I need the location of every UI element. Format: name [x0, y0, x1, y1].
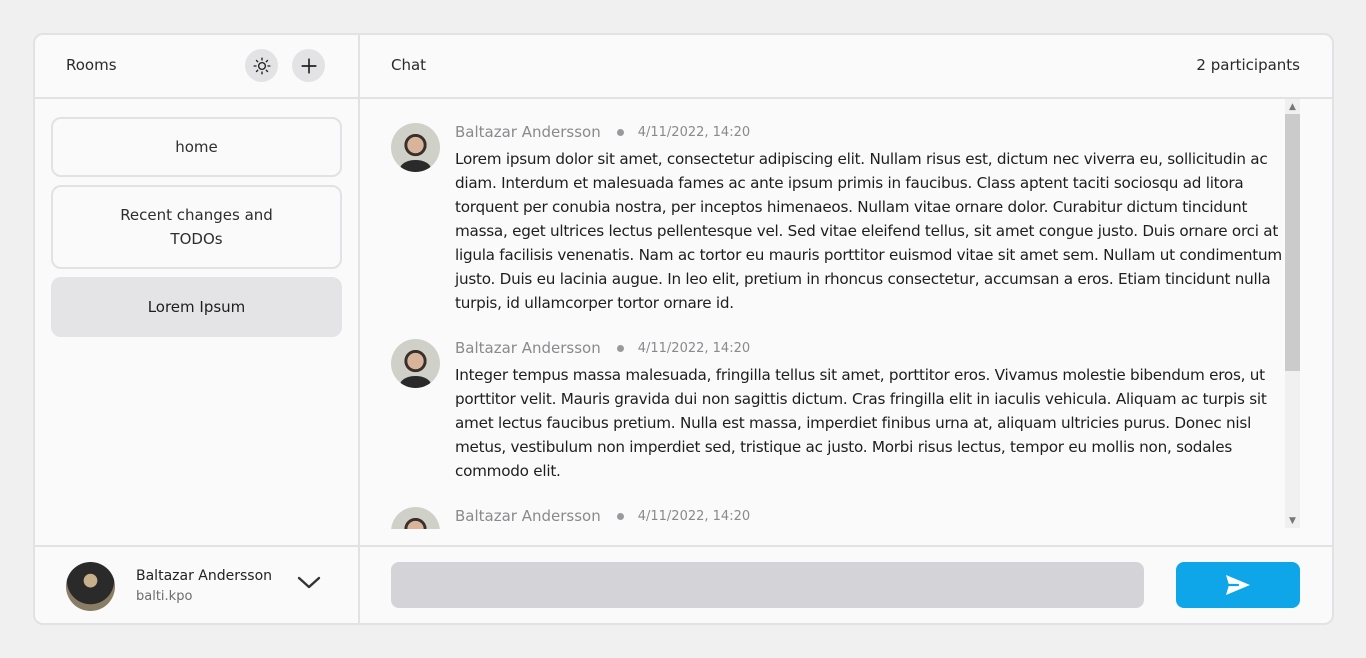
- user-name: Baltazar Andersson: [136, 568, 273, 584]
- message-meta: Baltazar Andersson 4/11/2022, 14:20: [455, 339, 750, 357]
- separator-dot: [616, 344, 624, 352]
- message-item: Baltazar Andersson 4/11/2022, 14:20 Lore…: [360, 123, 1295, 323]
- scroll-up-arrow-icon[interactable]: ▲: [1288, 102, 1297, 112]
- user-avatar: [66, 562, 115, 611]
- separator-dot: [616, 128, 624, 136]
- message-item: Baltazar Andersson 4/11/2022, 14:20: [360, 507, 1295, 529]
- add-room-button[interactable]: [292, 49, 325, 82]
- theme-toggle-button[interactable]: [245, 49, 278, 82]
- room-label: home: [175, 138, 218, 156]
- plus-icon: [300, 57, 317, 74]
- room-item-home[interactable]: home: [51, 117, 342, 177]
- sun-icon: [252, 56, 271, 75]
- message-author: Baltazar Andersson: [455, 123, 601, 141]
- message-time: 4/11/2022, 14:20: [637, 340, 751, 356]
- chevron-down-icon: [297, 576, 321, 589]
- author-avatar: [391, 123, 440, 172]
- message-input[interactable]: [391, 562, 1144, 608]
- message-meta: Baltazar Andersson 4/11/2022, 14:20: [455, 507, 750, 525]
- room-item-recent-changes[interactable]: Recent changes and TODOs: [51, 185, 342, 269]
- message-time: 4/11/2022, 14:20: [637, 508, 751, 524]
- room-label: Recent changes and TODOs: [120, 206, 273, 248]
- send-button[interactable]: [1176, 562, 1300, 608]
- message-meta: Baltazar Andersson 4/11/2022, 14:20: [455, 123, 750, 141]
- message-list[interactable]: Baltazar Andersson 4/11/2022, 14:20 Lore…: [360, 99, 1303, 529]
- send-icon: [1226, 575, 1250, 595]
- user-handle: balti.kpo: [136, 589, 193, 604]
- message-item: Baltazar Andersson 4/11/2022, 14:20 Inte…: [360, 339, 1295, 489]
- chat-title: Chat: [391, 56, 427, 74]
- scroll-down-arrow-icon[interactable]: ▼: [1288, 516, 1297, 526]
- room-item-lorem-ipsum[interactable]: Lorem Ipsum: [51, 277, 342, 337]
- author-avatar: [391, 507, 440, 529]
- author-avatar: [391, 339, 440, 388]
- scrollbar-thumb[interactable]: [1285, 114, 1300, 371]
- message-scrollbar[interactable]: ▲ ▼: [1285, 99, 1300, 528]
- chat-app: Rooms home Recent changes and TODOs Lore…: [33, 33, 1334, 625]
- footer-divider: [35, 545, 1332, 547]
- room-label: Lorem Ipsum: [147, 298, 246, 316]
- message-author: Baltazar Andersson: [455, 339, 601, 357]
- participants-count[interactable]: 2 participants: [1196, 56, 1300, 74]
- separator-dot: [616, 512, 624, 520]
- message-text: Integer tempus massa malesuada, fringill…: [455, 366, 1267, 480]
- message-text: Lorem ipsum dolor sit amet, consectetur …: [455, 150, 1282, 312]
- message-time: 4/11/2022, 14:20: [637, 124, 751, 140]
- rooms-title: Rooms: [66, 56, 117, 74]
- user-menu-button[interactable]: [296, 573, 322, 593]
- message-author: Baltazar Andersson: [455, 507, 601, 525]
